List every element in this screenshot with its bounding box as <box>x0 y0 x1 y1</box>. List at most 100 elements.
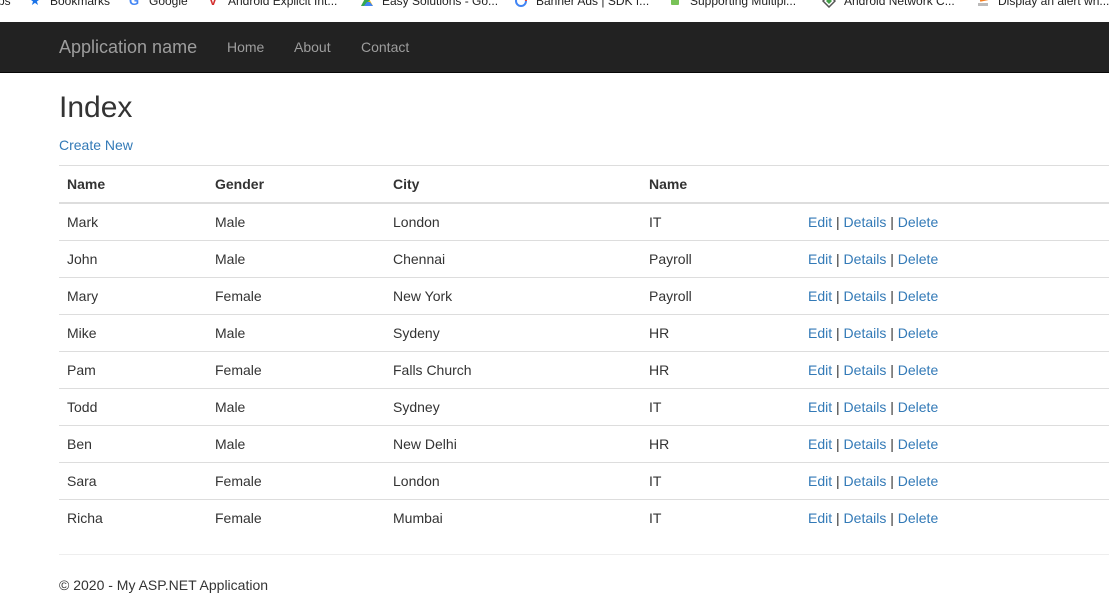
edit-link[interactable]: Edit <box>808 436 832 452</box>
admob-icon <box>514 0 528 8</box>
cell-city: London <box>385 202 641 241</box>
cell-name: Mark <box>59 202 207 241</box>
bookmark-label: Supporting Multipl... <box>690 0 797 8</box>
column-header-actions <box>800 165 1109 204</box>
bookmark-apps[interactable]: ps <box>0 0 11 8</box>
action-separator: | <box>836 399 840 415</box>
cell-gender: Female <box>207 462 385 500</box>
nav-contact-link[interactable]: Contact <box>361 22 409 72</box>
nav-about-link[interactable]: About <box>294 22 331 72</box>
action-separator: | <box>890 325 894 341</box>
bookmark-google[interactable]: G Google <box>127 0 188 8</box>
table-row: Ben Male New Delhi HR Edit | Details | Delet… <box>59 425 1109 463</box>
details-link[interactable]: Details <box>844 510 887 526</box>
bookmark-easy-solutions[interactable]: Easy Solutions - Go... <box>360 0 498 8</box>
table-row: Mary Female New York Payroll Edit | Details … <box>59 277 1109 315</box>
details-link[interactable]: Details <box>844 473 887 489</box>
edit-link[interactable]: Edit <box>808 288 832 304</box>
bookmark-android-explicit[interactable]: V Android Explicit Int... <box>206 0 338 8</box>
cell-department: HR <box>641 425 800 463</box>
column-header-department: Name <box>641 165 800 204</box>
edit-link[interactable]: Edit <box>808 473 832 489</box>
bookmark-bookmarks[interactable]: ★ Bookmarks <box>28 0 110 8</box>
bookmark-label: Google <box>149 0 188 8</box>
cell-actions: Edit | Details | Delete <box>800 202 1109 241</box>
cell-actions: Edit | Details | Delete <box>800 425 1109 463</box>
v-icon: V <box>208 0 218 8</box>
bookmark-android-network[interactable]: Android Network C... <box>821 0 955 9</box>
details-link[interactable]: Details <box>844 399 887 415</box>
table-body: Mark Male London IT Edit | Details | Delete J… <box>59 202 1109 536</box>
cell-actions: Edit | Details | Delete <box>800 462 1109 500</box>
delete-link[interactable]: Delete <box>898 251 938 267</box>
details-link[interactable]: Details <box>844 251 887 267</box>
table-row: Pam Female Falls Church HR Edit | Details | … <box>59 351 1109 389</box>
cell-gender: Male <box>207 314 385 352</box>
cell-gender: Male <box>207 388 385 426</box>
bookmark-label: Display an alert wh... <box>998 0 1109 8</box>
delete-link[interactable]: Delete <box>898 288 938 304</box>
action-separator: | <box>836 473 840 489</box>
details-link[interactable]: Details <box>844 325 887 341</box>
cell-actions: Edit | Details | Delete <box>800 240 1109 278</box>
action-separator: | <box>890 251 894 267</box>
cell-city: Sydeny <box>385 314 641 352</box>
edit-link[interactable]: Edit <box>808 399 832 415</box>
cell-name: Pam <box>59 351 207 389</box>
delete-link[interactable]: Delete <box>898 473 938 489</box>
details-link[interactable]: Details <box>844 436 887 452</box>
delete-link[interactable]: Delete <box>898 436 938 452</box>
cell-name: John <box>59 240 207 278</box>
action-separator: | <box>836 510 840 526</box>
page-title: Index <box>59 91 133 124</box>
android-icon <box>668 0 682 8</box>
delete-link[interactable]: Delete <box>898 510 938 526</box>
cell-name: Sara <box>59 462 207 500</box>
action-separator: | <box>890 362 894 378</box>
create-new-link[interactable]: Create New <box>59 137 133 153</box>
footer-divider <box>59 554 1109 555</box>
edit-link[interactable]: Edit <box>808 251 832 267</box>
details-link[interactable]: Details <box>844 362 887 378</box>
nav-home-link[interactable]: Home <box>227 22 264 72</box>
action-separator: | <box>890 473 894 489</box>
table-row: Todd Male Sydney IT Edit | Details | Delete <box>59 388 1109 426</box>
cell-department: IT <box>641 388 800 426</box>
bookmark-supporting[interactable]: Supporting Multipl... <box>668 0 796 8</box>
bookmark-label: ps <box>0 0 11 8</box>
bookmark-display-alert[interactable]: Display an alert wh... <box>976 0 1109 8</box>
bookmark-label: Android Explicit Int... <box>228 0 338 8</box>
cell-actions: Edit | Details | Delete <box>800 351 1109 389</box>
delete-link[interactable]: Delete <box>898 325 938 341</box>
cell-gender: Male <box>207 202 385 241</box>
cell-city: Chennai <box>385 240 641 278</box>
cell-actions: Edit | Details | Delete <box>800 388 1109 426</box>
delete-link[interactable]: Delete <box>898 399 938 415</box>
cell-department: IT <box>641 462 800 500</box>
table-row: Mark Male London IT Edit | Details | Delete <box>59 202 1109 241</box>
delete-link[interactable]: Delete <box>898 362 938 378</box>
bookmarks-bar: ps ★ Bookmarks G Google V Android Explic… <box>0 0 1109 13</box>
cell-gender: Female <box>207 499 385 536</box>
edit-link[interactable]: Edit <box>808 325 832 341</box>
delete-link[interactable]: Delete <box>898 214 938 230</box>
cell-name: Ben <box>59 425 207 463</box>
star-icon: ★ <box>29 0 41 8</box>
details-link[interactable]: Details <box>844 288 887 304</box>
column-header-city: City <box>385 165 641 204</box>
cell-city: Sydney <box>385 388 641 426</box>
action-separator: | <box>836 288 840 304</box>
edit-link[interactable]: Edit <box>808 362 832 378</box>
bookmark-banner-ads[interactable]: Banner Ads | SDK f... <box>514 0 649 8</box>
bookmark-label: Bookmarks <box>50 0 111 8</box>
brand-link[interactable]: Application name <box>59 22 197 72</box>
bookmark-label: Easy Solutions - Go... <box>382 0 499 8</box>
table-row: Richa Female Mumbai IT Edit | Details | Dele… <box>59 499 1109 536</box>
navbar: Application name Home About Contact <box>0 22 1109 73</box>
action-separator: | <box>890 214 894 230</box>
cell-department: IT <box>641 202 800 241</box>
edit-link[interactable]: Edit <box>808 214 832 230</box>
edit-link[interactable]: Edit <box>808 510 832 526</box>
details-link[interactable]: Details <box>844 214 887 230</box>
cell-actions: Edit | Details | Delete <box>800 499 1109 536</box>
